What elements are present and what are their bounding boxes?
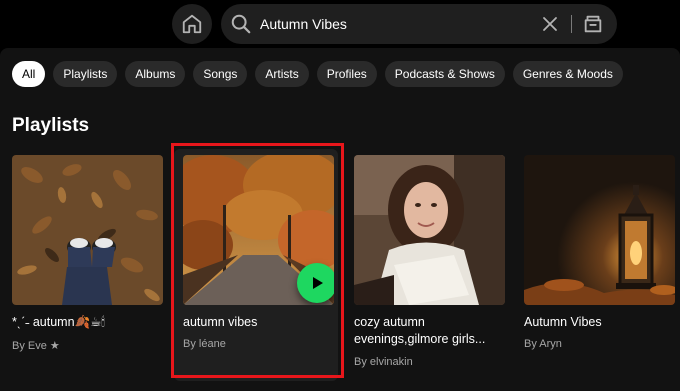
play-icon xyxy=(313,277,323,289)
section-title[interactable]: Playlists xyxy=(12,115,89,137)
filter-chip-albums[interactable]: Albums xyxy=(125,61,186,87)
filter-chip-playlists[interactable]: Playlists xyxy=(53,61,118,87)
filter-chip-podcasts-shows[interactable]: Podcasts & Shows xyxy=(384,61,505,87)
playlist-title[interactable]: cozy autumn evenings,gilmore girls... xyxy=(354,314,506,348)
search-input[interactable]: Autumn Vibes xyxy=(260,4,347,44)
playlist-cover xyxy=(12,155,163,305)
filter-chip-songs[interactable]: Songs xyxy=(193,61,248,87)
search-results-panel: All Playlists Albums Songs Artists Profi… xyxy=(0,48,680,391)
playlist-cover xyxy=(524,155,675,305)
playlist-cover xyxy=(354,155,505,305)
playlist-owner[interactable]: By Eve ★ xyxy=(12,339,60,352)
close-icon[interactable] xyxy=(541,15,559,33)
filter-chips: All Playlists Albums Songs Artists Profi… xyxy=(12,61,623,87)
search-divider xyxy=(571,15,572,33)
filter-chip-artists[interactable]: Artists xyxy=(255,61,309,87)
playlist-title[interactable]: *ˎˊ˗ autumn🍂☕🕯 xyxy=(12,314,164,331)
playlist-owner[interactable]: By Aryn xyxy=(524,338,562,350)
playlist-card[interactable]: cozy autumn evenings,gilmore girls... By… xyxy=(345,149,509,381)
browse-icon[interactable] xyxy=(582,13,604,35)
home-button[interactable] xyxy=(172,4,212,44)
search-icon xyxy=(231,14,251,34)
home-icon xyxy=(182,14,202,34)
playlist-card[interactable]: *ˎˊ˗ autumn🍂☕🕯 By Eve ★ xyxy=(3,149,167,381)
playlist-owner[interactable]: By elvinakin xyxy=(354,356,413,368)
playlist-title[interactable]: autumn vibes xyxy=(183,314,335,331)
playlist-cover xyxy=(183,155,334,305)
play-button[interactable] xyxy=(297,263,334,303)
filter-chip-profiles[interactable]: Profiles xyxy=(316,61,377,87)
playlist-title[interactable]: Autumn Vibes xyxy=(524,314,676,331)
playlist-card[interactable]: autumn vibes By léane xyxy=(174,149,338,381)
search-bar[interactable]: Autumn Vibes xyxy=(221,4,617,44)
filter-chip-all[interactable]: All xyxy=(12,61,46,87)
top-bar: Autumn Vibes xyxy=(0,0,680,48)
filter-chip-genres-moods[interactable]: Genres & Moods xyxy=(512,61,623,87)
playlist-owner[interactable]: By léane xyxy=(183,338,226,350)
playlist-card[interactable]: Autumn Vibes By Aryn xyxy=(515,149,679,381)
